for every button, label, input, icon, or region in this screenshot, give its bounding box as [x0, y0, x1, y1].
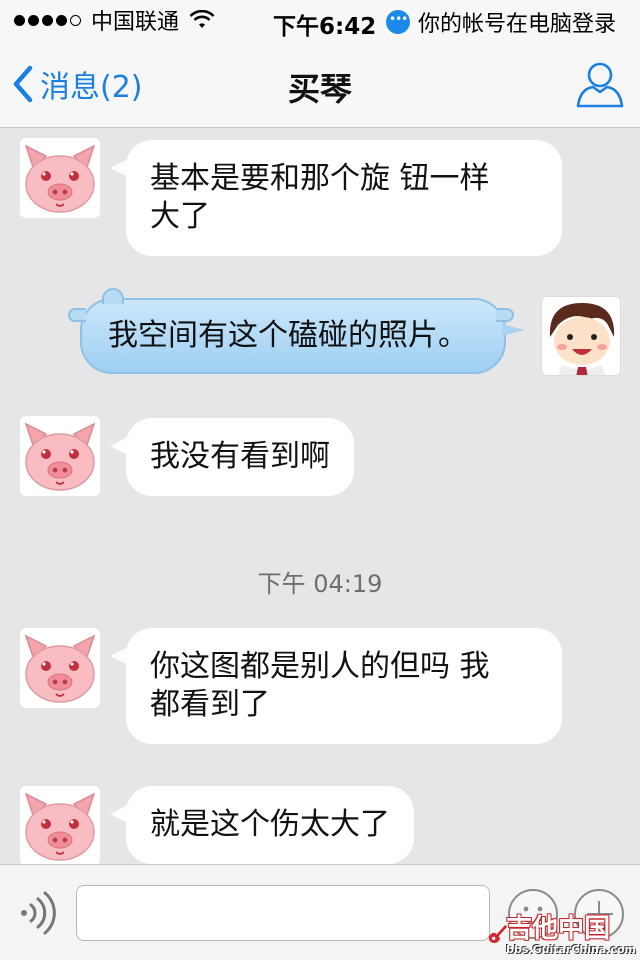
- cartoon-boy-icon: [542, 297, 620, 375]
- message-bubble[interactable]: 就是这个伤太大了: [110, 786, 414, 864]
- pig-face-icon: [24, 144, 96, 213]
- message-line: 你这图都是别人的但吗 我: [150, 649, 490, 684]
- wifi-icon: [189, 10, 215, 28]
- message-line: 我没有看到啊: [150, 439, 330, 474]
- pig-face-icon: [24, 792, 96, 861]
- pig-avatar[interactable]: [20, 628, 100, 708]
- watermark-title: 吉他中国: [506, 914, 611, 944]
- my-avatar[interactable]: [541, 296, 621, 376]
- message-input[interactable]: [76, 885, 490, 941]
- message-line: 基本是要和那个旋 钮一样: [150, 161, 490, 196]
- carrier-name: 中国联通: [91, 10, 180, 35]
- status-time: 下午6:42: [273, 14, 377, 40]
- status-bar: 中国联通 下午6:42 你的帐号在电脑登录: [0, 0, 640, 40]
- login-notice: 你的帐号在电脑登录: [386, 6, 616, 38]
- message-bubble[interactable]: 基本是要和那个旋 钮一样 大了: [110, 140, 562, 256]
- pig-avatar[interactable]: [20, 416, 100, 496]
- message-timestamp: 下午 04:19: [257, 570, 383, 598]
- signal-strength-icon: [14, 14, 81, 26]
- message-line: 大了: [150, 199, 210, 234]
- voice-input-icon[interactable]: [18, 891, 58, 935]
- pig-face-icon: [24, 634, 96, 703]
- login-notice-text: 你的帐号在电脑登录: [418, 12, 617, 37]
- guitar-logo-icon: [488, 924, 508, 944]
- message-bubble[interactable]: 你这图都是别人的但吗 我 都看到了: [110, 628, 562, 744]
- pig-avatar[interactable]: [20, 138, 100, 218]
- my-message-bubble[interactable]: 我空间有这个磕碰的照片。: [68, 288, 524, 374]
- chat-bubble-icon: [386, 10, 410, 34]
- message-bubble[interactable]: 我没有看到啊: [110, 418, 354, 496]
- watermark: 吉他中国 bbs.GuitarChina.com: [486, 906, 636, 956]
- message-text: 我空间有这个磕碰的照片。: [108, 318, 468, 353]
- pig-avatar[interactable]: [20, 786, 100, 864]
- profile-icon[interactable]: [574, 58, 626, 110]
- nav-bar: 消息(2) 买琴: [0, 40, 640, 128]
- message-line: 都看到了: [150, 687, 270, 722]
- message-line: 就是这个伤太大了: [150, 807, 390, 842]
- page-title: 买琴: [287, 70, 352, 108]
- pig-face-icon: [24, 422, 96, 491]
- chat-area[interactable]: 基本是要和那个旋 钮一样 大了 我空间有这个磕碰的照片。 我没有看到啊 下午 0…: [0, 128, 640, 864]
- watermark-url: bbs.GuitarChina.com: [506, 943, 636, 956]
